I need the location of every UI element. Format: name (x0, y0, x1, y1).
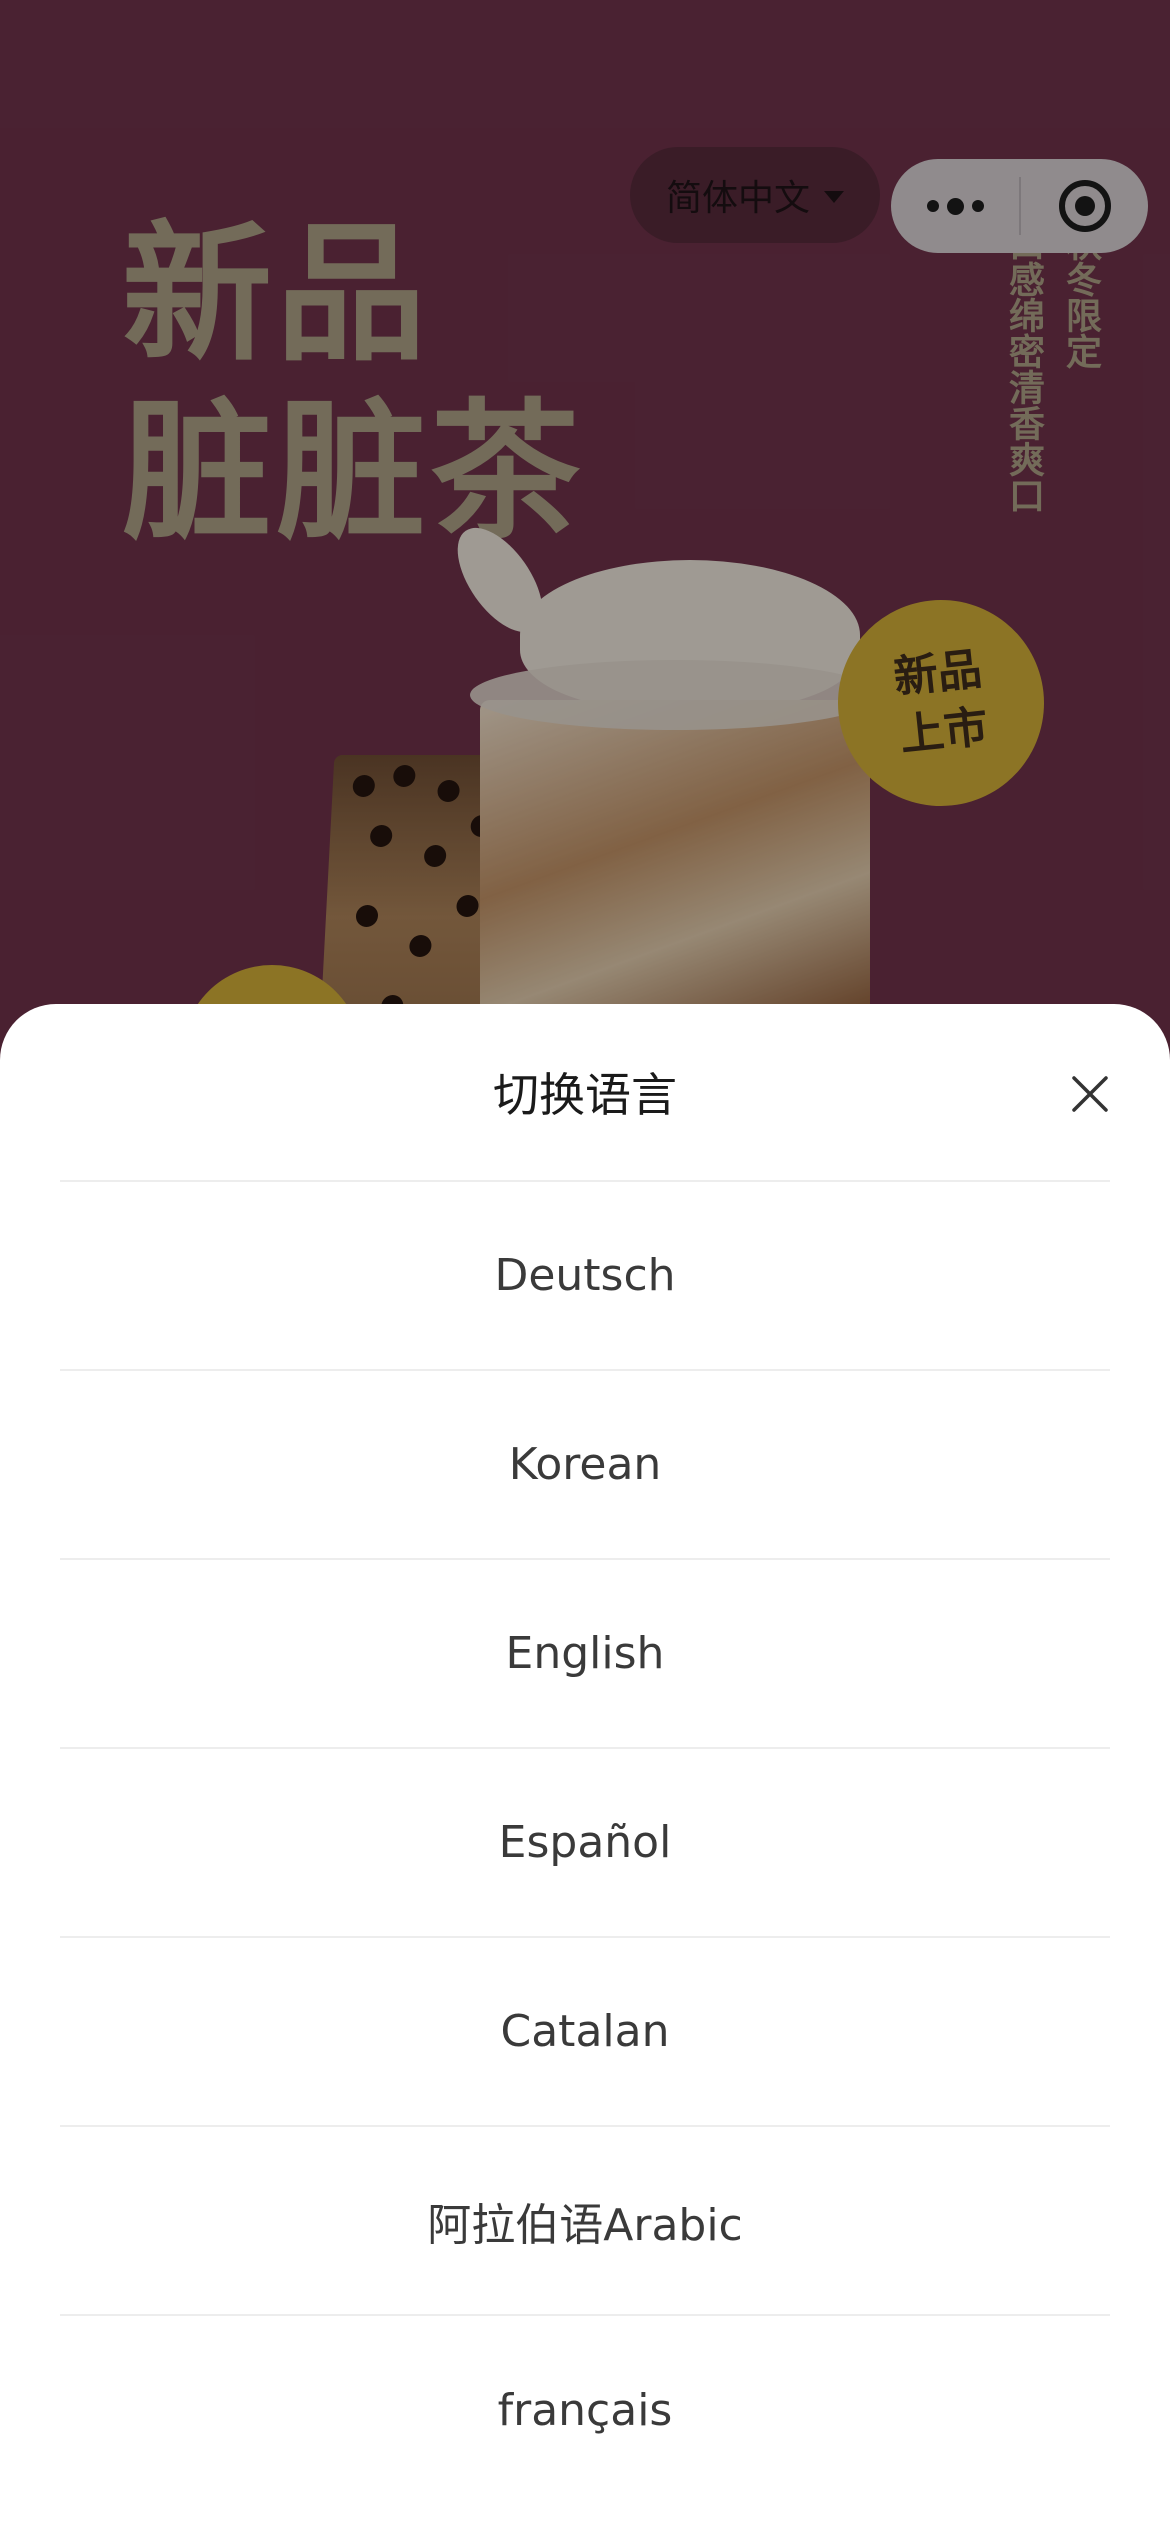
language-option-deutsch[interactable]: Deutsch (60, 1182, 1110, 1371)
language-option-catalan[interactable]: Catalan (60, 1938, 1110, 2127)
language-option-korean[interactable]: Korean (60, 1371, 1110, 1560)
language-option-espanol[interactable]: Español (60, 1749, 1110, 1938)
language-sheet: 切换语言 Deutsch Korean English Español Cata… (0, 1004, 1170, 2532)
sheet-title: 切换语言 (493, 1068, 677, 1122)
language-option-english[interactable]: English (60, 1560, 1110, 1749)
language-option-arabic[interactable]: 阿拉伯语Arabic (60, 2127, 1110, 2316)
sheet-header: 切换语言 (60, 1004, 1110, 1182)
screen: 新品 脏脏茶 秋冬限定 口感绵密清香爽口 新品 上市 简体中文 切换语言 Deu… (0, 0, 1170, 2532)
language-options: Deutsch Korean English Español Catalan 阿… (60, 1182, 1110, 2505)
language-option-francais[interactable]: français (60, 2316, 1110, 2505)
close-icon[interactable] (1048, 1052, 1132, 1136)
